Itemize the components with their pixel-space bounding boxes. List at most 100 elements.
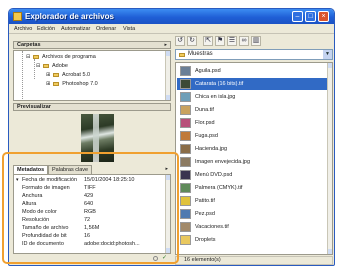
maximize-button[interactable]: □	[305, 11, 316, 22]
collapse-icon[interactable]: ▾	[16, 177, 19, 183]
tab-palabras-clave[interactable]: Palabras clave	[48, 165, 93, 174]
file-item[interactable]: Menú DVD.psd	[177, 169, 327, 181]
menu-bar: Archivo Edición Automatizar Ordenar Vist…	[9, 24, 334, 34]
reveal-icon[interactable]: ⇱	[203, 36, 213, 46]
info-icon[interactable]	[153, 256, 158, 261]
tree-item-acrobat[interactable]: ⊞ Acrobat 5.0	[46, 71, 90, 79]
tree-item-archivos-de-programa[interactable]: ⊟ Archivos de programa	[26, 53, 96, 61]
scroll-down-icon[interactable]	[166, 95, 170, 100]
preview-image	[81, 114, 114, 162]
file-item[interactable]: Palmera (CMYK).tif	[177, 182, 327, 194]
thumbnail	[180, 79, 191, 89]
file-name: Patito.tif	[195, 198, 215, 204]
file-name: Vacaciones.tif	[195, 224, 229, 230]
file-item[interactable]: Duna.tif	[177, 104, 327, 116]
tab-metadatos[interactable]: Metadatos	[13, 165, 49, 174]
metadata-label: Tamaño de archivo	[22, 225, 69, 231]
tree-item-label: Adobe	[51, 63, 68, 69]
binoculars-icon[interactable]: ∞	[239, 36, 249, 46]
title-bar[interactable]: Explorador de archivos – □ ×	[9, 9, 334, 24]
file-item-selected[interactable]: Catarata (16 bits).tif	[177, 78, 327, 90]
scroll-up-icon[interactable]	[166, 51, 170, 56]
tree-item-photoshop[interactable]: ⊞ Photoshop 7.0	[46, 80, 98, 88]
rotate-right-icon[interactable]: ↻	[187, 36, 197, 46]
metadata-value: adobe:docid:photosh...	[84, 241, 140, 247]
rotate-left-icon[interactable]: ↺	[175, 36, 185, 46]
thumbnail	[180, 183, 191, 193]
file-list-scrollbar[interactable]	[327, 63, 332, 254]
thumbnail	[180, 209, 191, 219]
chevron-down-icon[interactable]: ▼	[323, 50, 332, 59]
file-name: Imagen envejecida.jpg	[195, 159, 251, 165]
file-item[interactable]: Hacienda.jpg	[177, 143, 327, 155]
panel-menu-arrow-icon[interactable]: ▸	[164, 42, 167, 49]
file-name: Pez.psd	[195, 211, 215, 217]
file-item[interactable]: Pez.psd	[177, 208, 327, 220]
metadata-value: 72	[84, 217, 91, 223]
metadata-scrollbar[interactable]	[165, 175, 170, 253]
preview-panel-title: Previsualizar	[17, 104, 51, 110]
metadata-row: Resolución 72	[22, 216, 163, 224]
close-button[interactable]: ×	[318, 11, 329, 22]
file-item[interactable]: Patito.tif	[177, 195, 327, 207]
scroll-down-icon[interactable]	[166, 248, 170, 253]
metadata-label: ID de documento	[22, 241, 64, 247]
scroll-up-icon[interactable]	[328, 63, 332, 68]
thumbnail	[180, 105, 191, 115]
scroll-down-icon[interactable]	[328, 249, 332, 254]
preview-panel	[13, 112, 171, 163]
preview-panel-header[interactable]: Previsualizar	[13, 103, 171, 111]
expand-icon[interactable]: ⊟	[26, 54, 30, 60]
file-item[interactable]: Chica en isla.jpg	[177, 91, 327, 103]
location-dropdown[interactable]: Muestras ▼	[175, 49, 333, 60]
tree-item-label: Acrobat 5.0	[61, 72, 91, 78]
menu-vista[interactable]: Vista	[123, 25, 135, 33]
metadata-row: ID de documento adobe:docid:photosh...	[22, 240, 163, 248]
expand-icon[interactable]: ⊞	[46, 81, 50, 87]
scroll-up-icon[interactable]	[166, 175, 170, 180]
thumbnail	[180, 144, 191, 154]
thumbnail	[180, 66, 191, 76]
window-title: Explorador de archivos	[25, 12, 114, 21]
folder-scrollbar[interactable]	[165, 51, 170, 100]
thumbnail	[180, 222, 191, 232]
toolbar: ↺ ↻ ⇱ ⚑ ☰ ∞ ▥	[175, 35, 333, 47]
expand-icon[interactable]: ⊞	[46, 72, 50, 78]
file-name: Hacienda.jpg	[195, 146, 228, 152]
file-list: Aguila.psd Catarata (16 bits).tif Chica …	[175, 62, 333, 255]
file-item[interactable]: Droplets	[177, 234, 327, 246]
thumbnail	[180, 92, 191, 102]
status-bar: 16 elemento(s)	[175, 256, 333, 265]
tree-item-adobe[interactable]: ⊟ Adobe	[36, 62, 68, 70]
tree-line	[34, 59, 35, 79]
expand-icon[interactable]: ⊟	[36, 63, 40, 69]
file-name: Palmera (CMYK).tif	[195, 185, 243, 191]
file-item[interactable]: Vacaciones.tif	[177, 221, 327, 233]
panel-menu-arrow-icon[interactable]: ▸	[165, 166, 168, 172]
metadata-row: Fecha de modificación 15/01/2004 18:25:1…	[22, 176, 163, 184]
minimize-button[interactable]: –	[292, 11, 303, 22]
folders-panel-header[interactable]: Carpetas ▸	[13, 41, 171, 49]
file-item[interactable]: Fuga.psd	[177, 130, 327, 142]
file-browser-window: Explorador de archivos – □ × Archivo Edi…	[8, 8, 335, 266]
menu-ordenar[interactable]: Ordenar	[96, 25, 116, 33]
trash-icon[interactable]: ▥	[251, 36, 261, 46]
menu-automatizar[interactable]: Automatizar	[61, 25, 90, 33]
metadata-row: Profundidad de bit 16	[22, 232, 163, 240]
menu-archivo[interactable]: Archivo	[14, 25, 32, 33]
metadata-value: TIFF	[84, 185, 96, 191]
file-name: Droplets	[195, 237, 216, 243]
file-item[interactable]: Aguila.psd	[177, 65, 327, 77]
flag-icon[interactable]: ⚑	[215, 36, 225, 46]
file-name: Chica en isla.jpg	[195, 94, 236, 100]
file-item[interactable]: Flor.psd	[177, 117, 327, 129]
item-count: 16 elemento(s)	[184, 257, 221, 263]
ranking-icon[interactable]: ☰	[227, 36, 237, 46]
file-item[interactable]: Imagen envejecida.jpg	[177, 156, 327, 168]
check-icon[interactable]: ✓	[162, 254, 167, 261]
metadata-label: Anchura	[22, 193, 43, 199]
file-name: Menú DVD.psd	[195, 172, 233, 178]
menu-edicion[interactable]: Edición	[37, 25, 55, 33]
folder-tree: ⊟ Archivos de programa ⊟ Adobe ⊞ Acrobat…	[13, 50, 171, 101]
location-value: Muestras	[188, 51, 213, 57]
